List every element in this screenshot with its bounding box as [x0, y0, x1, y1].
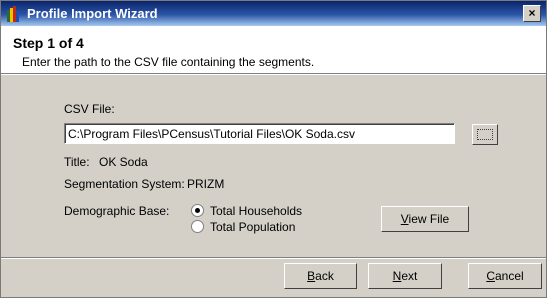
window-title: Profile Import Wizard [27, 6, 158, 21]
back-label: ack [315, 269, 334, 283]
browse-button[interactable] [472, 124, 498, 145]
radio-total-population-label[interactable]: Total Population [210, 220, 295, 234]
next-button[interactable]: Next [368, 263, 442, 289]
header-divider [1, 74, 546, 75]
profile-import-wizard-window: Profile Import Wizard × Step 1 of 4 Ente… [0, 0, 547, 298]
close-button[interactable]: × [523, 5, 541, 22]
title-label: Title: [64, 155, 90, 169]
back-mnemonic: B [307, 269, 316, 283]
wizard-header: Step 1 of 4 Enter the path to the CSV fi… [1, 26, 546, 74]
radio-selected-dot [195, 208, 200, 213]
view-file-mnemonic: V [400, 212, 409, 226]
back-button[interactable]: Back [284, 263, 357, 289]
cancel-button[interactable]: Cancel [468, 263, 542, 289]
footer-divider-highlight [1, 258, 546, 259]
next-label: ext [401, 269, 418, 283]
cancel-mnemonic: C [486, 269, 495, 283]
close-icon: × [528, 6, 536, 20]
segmentation-system-value: PRIZM [187, 177, 225, 191]
demographic-base-label: Demographic Base: [64, 204, 170, 218]
radio-total-households-label[interactable]: Total Households [210, 204, 302, 218]
segmentation-system-label: Segmentation System: [64, 177, 185, 191]
step-indicator: Step 1 of 4 [13, 35, 84, 51]
csv-file-label: CSV File: [64, 102, 115, 116]
cancel-label: ancel [494, 269, 524, 283]
view-file-button[interactable]: View File [381, 206, 469, 232]
title-bar[interactable]: Profile Import Wizard × [1, 1, 546, 26]
browse-icon [477, 129, 493, 140]
radio-total-households[interactable] [191, 204, 204, 217]
csv-file-input[interactable]: C:\Program Files\PCensus\Tutorial Files\… [64, 123, 455, 144]
step-instruction: Enter the path to the CSV file containin… [22, 55, 315, 69]
wizard-app-icon [7, 6, 19, 22]
view-file-label: iew File [408, 212, 450, 226]
radio-total-population[interactable] [191, 220, 204, 233]
title-value: OK Soda [99, 155, 148, 169]
